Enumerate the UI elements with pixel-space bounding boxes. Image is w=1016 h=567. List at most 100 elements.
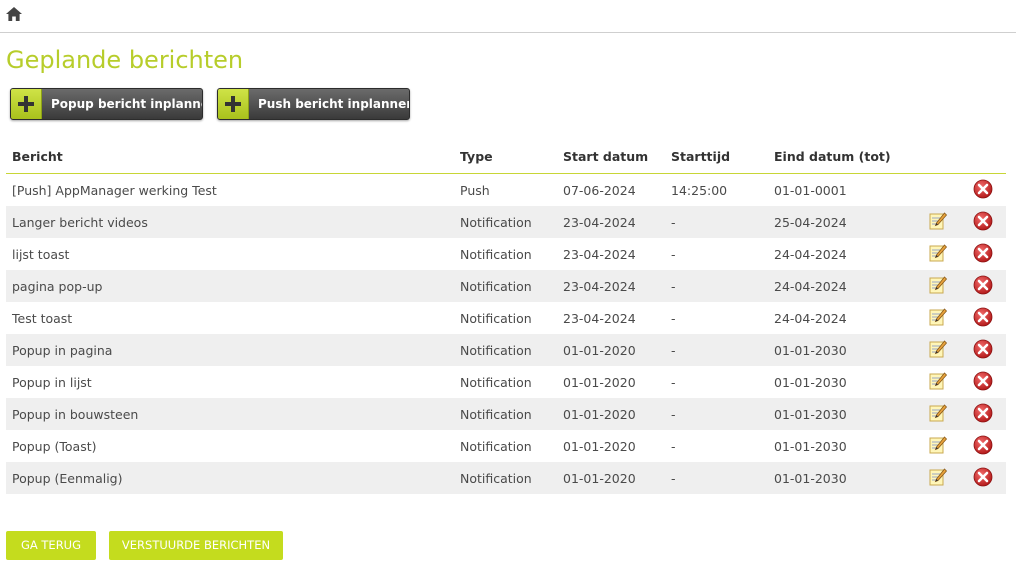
table-row: Langer bericht videos Notification 23-04-2… (6, 206, 1006, 238)
table-row: Popup (Toast) Notification 01-01-2020 - 01-0… (6, 430, 1006, 462)
cell-bericht: [Push] AppManager werking Test (12, 182, 217, 198)
cell-bericht: Test toast (12, 310, 73, 326)
cell-starttijd: 14:25:00 (671, 182, 728, 198)
edit-icon[interactable] (928, 243, 948, 266)
edit-cell (916, 206, 960, 238)
cell-start-datum: 07-06-2024 (563, 182, 636, 198)
table-row: Popup (Eenmalig) Notification 01-01-2020-0… (6, 462, 1006, 494)
column-header-bericht[interactable]: Bericht (6, 140, 454, 174)
cell-eind-datum: 01-01-2030 (768, 398, 916, 430)
delete-icon[interactable] (973, 211, 993, 234)
top-bar (0, 0, 1016, 33)
plus-icon (11, 89, 42, 119)
cell-starttijd: - (671, 438, 676, 454)
cell-start-datum: 23-04-2024 (557, 206, 665, 238)
cell-type: Notification (454, 398, 557, 430)
delete-icon[interactable] (973, 243, 993, 266)
scheduled-messages-table: Bericht Type Start datum Starttijd Eind … (6, 140, 1006, 494)
edit-cell (916, 270, 960, 302)
edit-icon[interactable] (928, 371, 948, 394)
delete-cell (960, 430, 1006, 462)
cell-type: Notification (460, 246, 532, 262)
table-header-row: Bericht Type Start datum Starttijd Eind … (6, 140, 1006, 174)
cell-start-datum: 01-01-2020 (557, 334, 665, 366)
delete-cell (960, 206, 1006, 238)
cell-starttijd: - (665, 334, 768, 366)
delete-icon[interactable] (973, 403, 993, 426)
edit-icon[interactable] (928, 435, 948, 458)
cell-bericht: Langer bericht videos (6, 206, 454, 238)
popup-bericht-inplannen-button[interactable]: Popup bericht inplannen (10, 88, 203, 120)
delete-cell (960, 462, 1006, 494)
delete-icon[interactable] (973, 435, 993, 458)
delete-cell (960, 398, 1006, 430)
edit-cell (916, 398, 960, 430)
table-row: pagina pop-up Notification 23-04-2024-24-0… (6, 270, 1006, 302)
delete-icon[interactable] (973, 179, 993, 202)
column-header-eind-datum[interactable]: Eind datum (tot) (768, 140, 916, 174)
cell-bericht: Popup in lijst (12, 374, 92, 390)
cell-start-datum: 23-04-2024 (563, 310, 636, 326)
table-row: lijst toast Notification 23-04-2024 - 24-04-… (6, 238, 1006, 270)
cell-eind-datum: 25-04-2024 (768, 206, 916, 238)
edit-icon[interactable] (928, 275, 948, 298)
cell-bericht: pagina pop-up (6, 270, 454, 302)
edit-cell (916, 430, 960, 462)
delete-icon[interactable] (973, 339, 993, 362)
column-header-start-datum[interactable]: Start datum (557, 140, 665, 174)
cell-start-datum: 01-01-2020 (563, 374, 636, 390)
column-header-edit (916, 140, 960, 174)
table-row: [Push] AppManager werking Test Push 07-06-… (6, 174, 1006, 207)
edit-cell (916, 462, 960, 494)
push-bericht-inplannen-button[interactable]: Push bericht inplannen (217, 88, 410, 120)
cell-starttijd: - (665, 206, 768, 238)
cell-starttijd: - (665, 398, 768, 430)
cell-start-datum: 23-04-2024 (557, 270, 665, 302)
column-header-starttijd[interactable]: Starttijd (665, 140, 768, 174)
edit-icon[interactable] (928, 211, 948, 234)
delete-icon[interactable] (973, 371, 993, 394)
delete-icon[interactable] (973, 275, 993, 298)
cell-starttijd: - (671, 310, 676, 326)
delete-cell (960, 334, 1006, 366)
delete-cell (960, 366, 1006, 398)
delete-icon[interactable] (973, 307, 993, 330)
page-title: Geplande berichten (6, 46, 244, 74)
cell-eind-datum: 01-01-2030 (774, 438, 847, 454)
cell-starttijd: - (671, 246, 676, 262)
cell-eind-datum: 01-01-0001 (774, 182, 847, 198)
table-row: Popup in bouwsteen Notification 01-01-2020… (6, 398, 1006, 430)
cell-start-datum: 23-04-2024 (563, 246, 636, 262)
table-row: Test toast Notification 23-04-2024 - 24-04-2… (6, 302, 1006, 334)
delete-cell (960, 302, 1006, 334)
edit-cell (916, 302, 960, 334)
column-header-type[interactable]: Type (454, 140, 557, 174)
edit-icon[interactable] (928, 467, 948, 490)
edit-cell (916, 334, 960, 366)
table-row: Popup in pagina Notification 01-01-2020-01… (6, 334, 1006, 366)
ga-terug-button[interactable]: GA TERUG (6, 531, 96, 560)
push-bericht-inplannen-label: Push bericht inplannen (258, 97, 410, 111)
edit-icon[interactable] (928, 307, 948, 330)
plus-icon (218, 89, 249, 119)
cell-starttijd: - (665, 462, 768, 494)
verstuurde-berichten-button[interactable]: VERSTUURDE BERICHTEN (109, 531, 283, 560)
column-header-delete (960, 140, 1006, 174)
cell-type: Notification (460, 374, 532, 390)
popup-bericht-inplannen-label: Popup bericht inplannen (51, 97, 203, 111)
cell-eind-datum: 24-04-2024 (768, 270, 916, 302)
edit-icon[interactable] (928, 339, 948, 362)
delete-icon[interactable] (973, 467, 993, 490)
cell-type: Notification (454, 270, 557, 302)
edit-cell (916, 174, 960, 207)
edit-icon[interactable] (928, 403, 948, 426)
delete-cell (960, 238, 1006, 270)
cell-starttijd: - (665, 270, 768, 302)
cell-bericht: Popup (Eenmalig) (6, 462, 454, 494)
cell-bericht: lijst toast (12, 246, 70, 262)
cell-type: Notification (454, 206, 557, 238)
home-icon[interactable] (6, 7, 22, 21)
cell-eind-datum: 24-04-2024 (774, 246, 847, 262)
cell-start-datum: 01-01-2020 (557, 462, 665, 494)
cell-start-datum: 01-01-2020 (563, 438, 636, 454)
